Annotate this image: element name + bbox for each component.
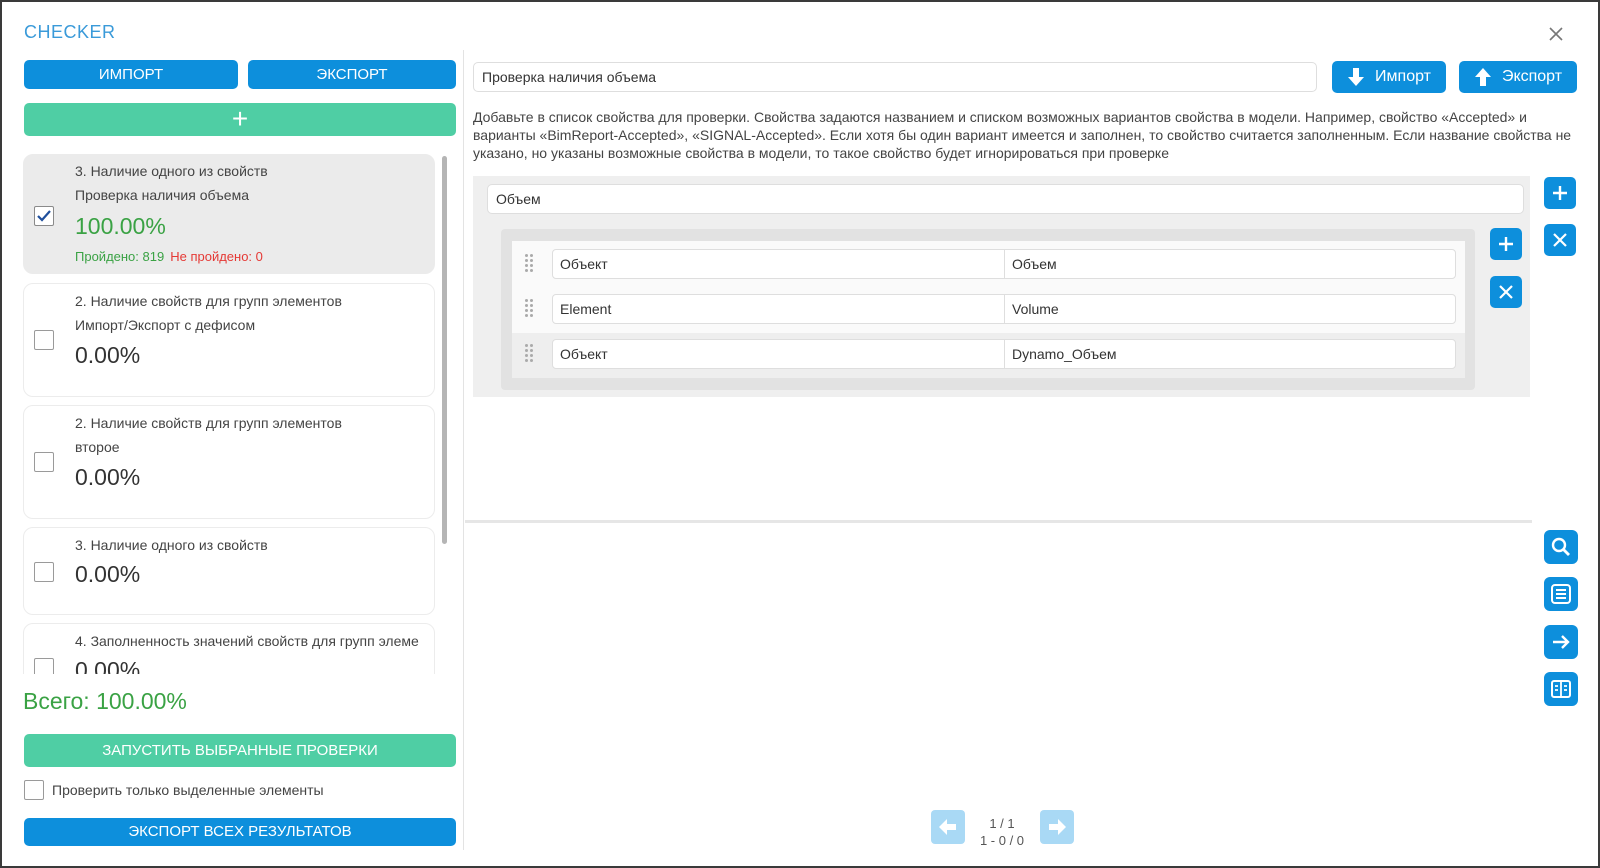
prev-page-button[interactable]	[931, 810, 965, 844]
plus-icon	[1553, 186, 1567, 200]
add-variant-button[interactable]	[1490, 228, 1522, 260]
pager-info: 1 / 1 1 - 0 / 0	[962, 815, 1042, 849]
check-item[interactable]: 3. Наличие одного из свойств Проверка на…	[23, 154, 435, 274]
passed-count: Пройдено: 819	[75, 249, 165, 264]
check-item-percent: 0.00%	[75, 342, 141, 368]
checks-list[interactable]: 3. Наличие одного из свойств Проверка на…	[23, 154, 446, 674]
check-item-checkbox[interactable]	[34, 330, 54, 350]
check-item-checkbox[interactable]	[34, 452, 54, 472]
check-item-type: 2. Наличие свойств для групп элементов	[75, 293, 342, 309]
remove-property-button[interactable]	[1544, 224, 1576, 256]
go-to-button[interactable]	[1544, 625, 1578, 659]
check-item-percent: 100.00%	[75, 213, 166, 239]
check-item-type: 3. Наличие одного из свойств	[75, 163, 268, 179]
property-name-input[interactable]: Объем	[487, 184, 1524, 214]
check-item-type: 4. Заполненность значений свойств для гр…	[75, 633, 419, 649]
drag-handle-icon[interactable]	[525, 299, 537, 319]
check-item-name: второе	[75, 439, 120, 455]
right-import-button[interactable]: Импорт	[1332, 61, 1446, 93]
next-page-button[interactable]	[1040, 810, 1074, 844]
drag-handle-icon[interactable]	[525, 254, 537, 274]
variant-property-field[interactable]: Volume	[1004, 294, 1456, 324]
check-item[interactable]: 3. Наличие одного из свойств 0.00%	[23, 527, 435, 615]
close-icon[interactable]	[1546, 24, 1566, 44]
results-divider[interactable]	[465, 520, 1532, 523]
arrow-left-icon	[939, 819, 956, 835]
add-check-button[interactable]: +	[24, 103, 456, 136]
variant-property-field[interactable]: Объем	[1004, 249, 1456, 279]
check-item-percent: 0.00%	[75, 561, 141, 587]
export-button[interactable]: ЭКСПОРТ	[248, 60, 456, 89]
check-item-type: 3. Наличие одного из свойств	[75, 537, 268, 553]
description-text: Добавьте в список свойства для проверки.…	[473, 109, 1572, 161]
check-item-name: Проверка наличия объема	[75, 187, 249, 203]
item-range: 1 - 0 / 0	[979, 833, 1025, 848]
check-selected-only-label: Проверить только выделенные элементы	[52, 782, 324, 798]
check-item[interactable]: 4. Заполненность значений свойств для гр…	[23, 623, 435, 674]
check-item-checkbox[interactable]	[34, 206, 54, 226]
right-import-label: Импорт	[1375, 68, 1431, 85]
check-item-checkbox[interactable]	[34, 658, 54, 674]
search-button[interactable]	[1544, 530, 1578, 564]
remove-variant-button[interactable]	[1490, 276, 1522, 308]
check-item[interactable]: 2. Наличие свойств для групп элементов И…	[23, 283, 435, 397]
import-button[interactable]: ИМПОРТ	[24, 60, 238, 89]
drag-handle-icon[interactable]	[525, 344, 537, 364]
check-name-input[interactable]: Проверка наличия объема	[473, 62, 1317, 92]
failed-count: Не пройдено: 0	[170, 249, 263, 264]
pane-divider	[463, 50, 464, 850]
right-export-label: Экспорт	[1501, 68, 1563, 85]
check-selected-only-checkbox[interactable]	[24, 780, 44, 800]
list-button[interactable]	[1544, 577, 1578, 611]
check-item-percent: 0.00%	[75, 464, 141, 490]
total-percent: Всего: 100.00%	[23, 688, 187, 714]
close-icon	[1553, 233, 1567, 247]
list-icon	[1551, 584, 1571, 604]
variant-group-field[interactable]: Объект	[552, 249, 1005, 279]
check-item-stats: Пройдено: 819 Не пройдено: 0	[75, 249, 263, 264]
app-title: CHECKER	[24, 22, 116, 42]
close-icon	[1499, 285, 1513, 299]
search-icon	[1551, 537, 1570, 556]
check-item-type: 2. Наличие свойств для групп элементов	[75, 415, 342, 431]
compare-button[interactable]	[1544, 672, 1578, 706]
arrow-down-icon	[1348, 68, 1365, 86]
check-item-checkbox[interactable]	[34, 562, 54, 582]
plus-icon	[1499, 237, 1513, 251]
variant-group-field[interactable]: Объект	[552, 339, 1005, 369]
arrow-up-icon	[1474, 68, 1491, 86]
compare-icon	[1551, 680, 1571, 698]
check-item[interactable]: 2. Наличие свойств для групп элементов в…	[23, 405, 435, 519]
export-all-results-button[interactable]: ЭКСПОРТ ВСЕХ РЕЗУЛЬТАТОВ	[24, 818, 456, 846]
check-item-name: Импорт/Экспорт с дефисом	[75, 317, 256, 333]
run-selected-checks-button[interactable]: ЗАПУСТИТЬ ВЫБРАННЫЕ ПРОВЕРКИ	[24, 734, 456, 767]
checkmark-icon	[37, 210, 51, 222]
variant-property-field[interactable]: Dynamo_Объем	[1004, 339, 1456, 369]
arrow-right-icon	[1553, 635, 1570, 649]
arrow-right-icon	[1049, 819, 1066, 835]
checks-list-scrollbar[interactable]	[442, 156, 447, 544]
add-property-button[interactable]	[1544, 177, 1576, 209]
page-count: 1 / 1	[989, 816, 1015, 831]
variant-group-field[interactable]: Element	[552, 294, 1005, 324]
check-item-percent: 0.00%	[75, 657, 141, 674]
right-export-button[interactable]: Экспорт	[1459, 61, 1577, 93]
